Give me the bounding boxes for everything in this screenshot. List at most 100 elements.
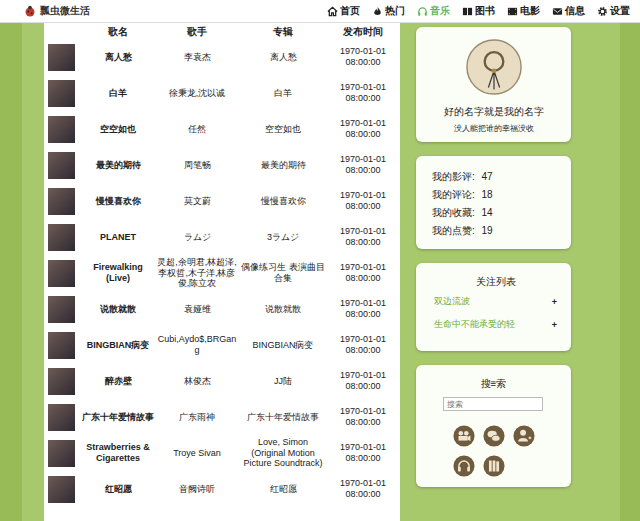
stat-item[interactable]: 我的收藏: 14	[432, 206, 555, 220]
follow-item: 生命中不能承受的轻 +	[434, 318, 557, 331]
album-cover	[48, 440, 75, 467]
table-row[interactable]: 最美的期待 周笔畅 最美的期待 1970-01-01 08:00:00	[48, 147, 394, 183]
profile-name: 好的名字就是我的名字	[444, 105, 544, 119]
nav-item[interactable]: 电影	[507, 4, 540, 18]
table-row[interactable]: Strawberries & Cigarettes Troye Sivan Lo…	[48, 435, 394, 471]
song-title[interactable]: Firewalking (Live)	[82, 262, 154, 284]
song-album: 偶像练习生 表演曲目合集	[240, 262, 326, 284]
page: 瓢虫微生活 首页 热门 音乐 图书 电影 信息 设置 歌名歌手专辑发布时间 离人…	[0, 0, 640, 521]
search-title: 搜≡索	[481, 377, 507, 391]
song-date: 1970-01-01 08:00:00	[328, 298, 398, 320]
brand[interactable]: 瓢虫微生活	[24, 4, 90, 18]
avatar-icon[interactable]	[466, 39, 522, 95]
song-title[interactable]: 空空如也	[82, 124, 154, 135]
column-header: 专辑	[240, 26, 326, 38]
album-cover	[48, 44, 75, 71]
song-title[interactable]: 白羊	[82, 88, 154, 99]
content-area: 歌名歌手专辑发布时间 离人愁 李袁杰 离人愁 1970-01-01 08:00:…	[22, 23, 620, 521]
song-title[interactable]: 醉赤壁	[82, 376, 154, 387]
stat-value: 47	[482, 171, 493, 182]
nav-item[interactable]: 首页	[327, 4, 360, 18]
follow-name[interactable]: 生命中不能承受的轻	[434, 318, 515, 331]
top-bar: 瓢虫微生活 首页 热门 音乐 图书 电影 信息 设置	[0, 0, 640, 23]
table-header: 歌名歌手专辑发布时间	[48, 25, 394, 39]
stat-item[interactable]: 我的评论: 18	[432, 188, 555, 202]
nav-item[interactable]: 音乐	[417, 4, 450, 18]
table-row[interactable]: 广东十年爱情故事 广东雨神 广东十年爱情故事 1970-01-01 08:00:…	[48, 399, 394, 435]
chat-icon[interactable]	[483, 425, 505, 447]
song-date: 1970-01-01 08:00:00	[328, 82, 398, 104]
main-nav: 首页 热门 音乐 图书 电影 信息 设置	[327, 4, 630, 18]
stat-item[interactable]: 我的点赞: 19	[432, 224, 555, 238]
song-title[interactable]: 离人愁	[82, 52, 154, 63]
song-album: 白羊	[240, 88, 326, 99]
song-album: Love, Simon (Original Motion Picture Sou…	[240, 437, 326, 469]
sidebar: 好的名字就是我的名字 没人能把谁的幸福没收 我的影评: 47我的评论: 18我的…	[416, 23, 571, 521]
song-title[interactable]: Strawberries & Cigarettes	[82, 442, 154, 464]
table-row[interactable]: 白羊 徐秉龙,沈以诚 白羊 1970-01-01 08:00:00	[48, 75, 394, 111]
song-date: 1970-01-01 08:00:00	[328, 118, 398, 140]
table-row[interactable]: 慢慢喜欢你 莫文蔚 慢慢喜欢你 1970-01-01 08:00:00	[48, 183, 394, 219]
album-cover	[48, 224, 75, 251]
song-title[interactable]: 广东十年爱情故事	[82, 412, 154, 423]
follow-name[interactable]: 双边流波	[434, 295, 470, 308]
song-date: 1970-01-01 08:00:00	[328, 262, 398, 284]
nav-item[interactable]: 热门	[372, 4, 405, 18]
books-icon[interactable]	[483, 455, 505, 477]
ladybug-icon	[24, 5, 36, 17]
search-card: 搜≡索	[416, 365, 571, 487]
table-row[interactable]: Firewalking (Live) 灵超,余明君,林超泽,李权哲,木子洋,林彦…	[48, 255, 394, 291]
person-icon[interactable]	[513, 425, 535, 447]
song-artist: 广东雨神	[156, 412, 238, 423]
follow-button[interactable]: +	[552, 297, 557, 307]
stat-label: 我的评论:	[432, 189, 475, 200]
song-album: 说散就散	[240, 304, 326, 315]
table-row[interactable]: 醉赤壁 林俊杰 JJ陆 1970-01-01 08:00:00	[48, 363, 394, 399]
table-row[interactable]: BINGBIAN病变 Cubi,Aydo$,BRGang BINGBIAN病变 …	[48, 327, 394, 363]
book-icon	[462, 6, 473, 17]
stat-item[interactable]: 我的影评: 47	[432, 170, 555, 184]
profile-motto: 没人能把谁的幸福没收	[454, 123, 534, 134]
table-row[interactable]: PLANET ラムジ 3ラムジ 1970-01-01 08:00:00	[48, 219, 394, 255]
nav-item[interactable]: 信息	[552, 4, 585, 18]
nav-label: 图书	[475, 4, 495, 18]
song-title[interactable]: PLANET	[82, 232, 154, 243]
table-row[interactable]: 空空如也 任然 空空如也 1970-01-01 08:00:00	[48, 111, 394, 147]
song-title[interactable]: 红昭愿	[82, 484, 154, 495]
follow-button[interactable]: +	[552, 320, 557, 330]
song-album: 慢慢喜欢你	[240, 196, 326, 207]
headphones-icon[interactable]	[453, 455, 475, 477]
shortcut-grid	[453, 425, 535, 477]
album-cover	[48, 152, 75, 179]
album-cover	[48, 368, 75, 395]
camera-icon[interactable]	[453, 425, 475, 447]
album-cover	[48, 116, 75, 143]
song-artist: Cubi,Aydo$,BRGang	[156, 334, 238, 356]
song-date: 1970-01-01 08:00:00	[328, 190, 398, 212]
nav-label: 信息	[565, 4, 585, 18]
song-title[interactable]: BINGBIAN病变	[82, 340, 154, 351]
album-cover	[48, 296, 75, 323]
table-row[interactable]: 离人愁 李袁杰 离人愁 1970-01-01 08:00:00	[48, 39, 394, 75]
table-row[interactable]: 说散就散 袁娅维 说散就散 1970-01-01 08:00:00	[48, 291, 394, 327]
search-input[interactable]	[443, 397, 543, 411]
song-title[interactable]: 最美的期待	[82, 160, 154, 171]
song-album: JJ陆	[240, 376, 326, 387]
follow-item: 双边流波 +	[434, 295, 557, 308]
song-title[interactable]: 慢慢喜欢你	[82, 196, 154, 207]
stat-label: 我的影评:	[432, 171, 475, 182]
table-row[interactable]: 红昭愿 音阙诗听 红昭愿 1970-01-01 08:00:00	[48, 471, 394, 507]
song-date: 1970-01-01 08:00:00	[328, 406, 398, 428]
home-icon	[327, 6, 338, 17]
album-cover	[48, 332, 75, 359]
song-artist: 音阙诗听	[156, 484, 238, 495]
song-album: BINGBIAN病变	[240, 340, 326, 351]
song-artist: 袁娅维	[156, 304, 238, 315]
nav-item[interactable]: 设置	[597, 4, 630, 18]
nav-item[interactable]: 图书	[462, 4, 495, 18]
song-artist: 灵超,余明君,林超泽,李权哲,木子洋,林彦俊,陈立农	[156, 257, 238, 289]
song-title[interactable]: 说散就散	[82, 304, 154, 315]
song-date: 1970-01-01 08:00:00	[328, 442, 398, 464]
song-artist: 徐秉龙,沈以诚	[156, 88, 238, 99]
song-artist: 李袁杰	[156, 52, 238, 63]
